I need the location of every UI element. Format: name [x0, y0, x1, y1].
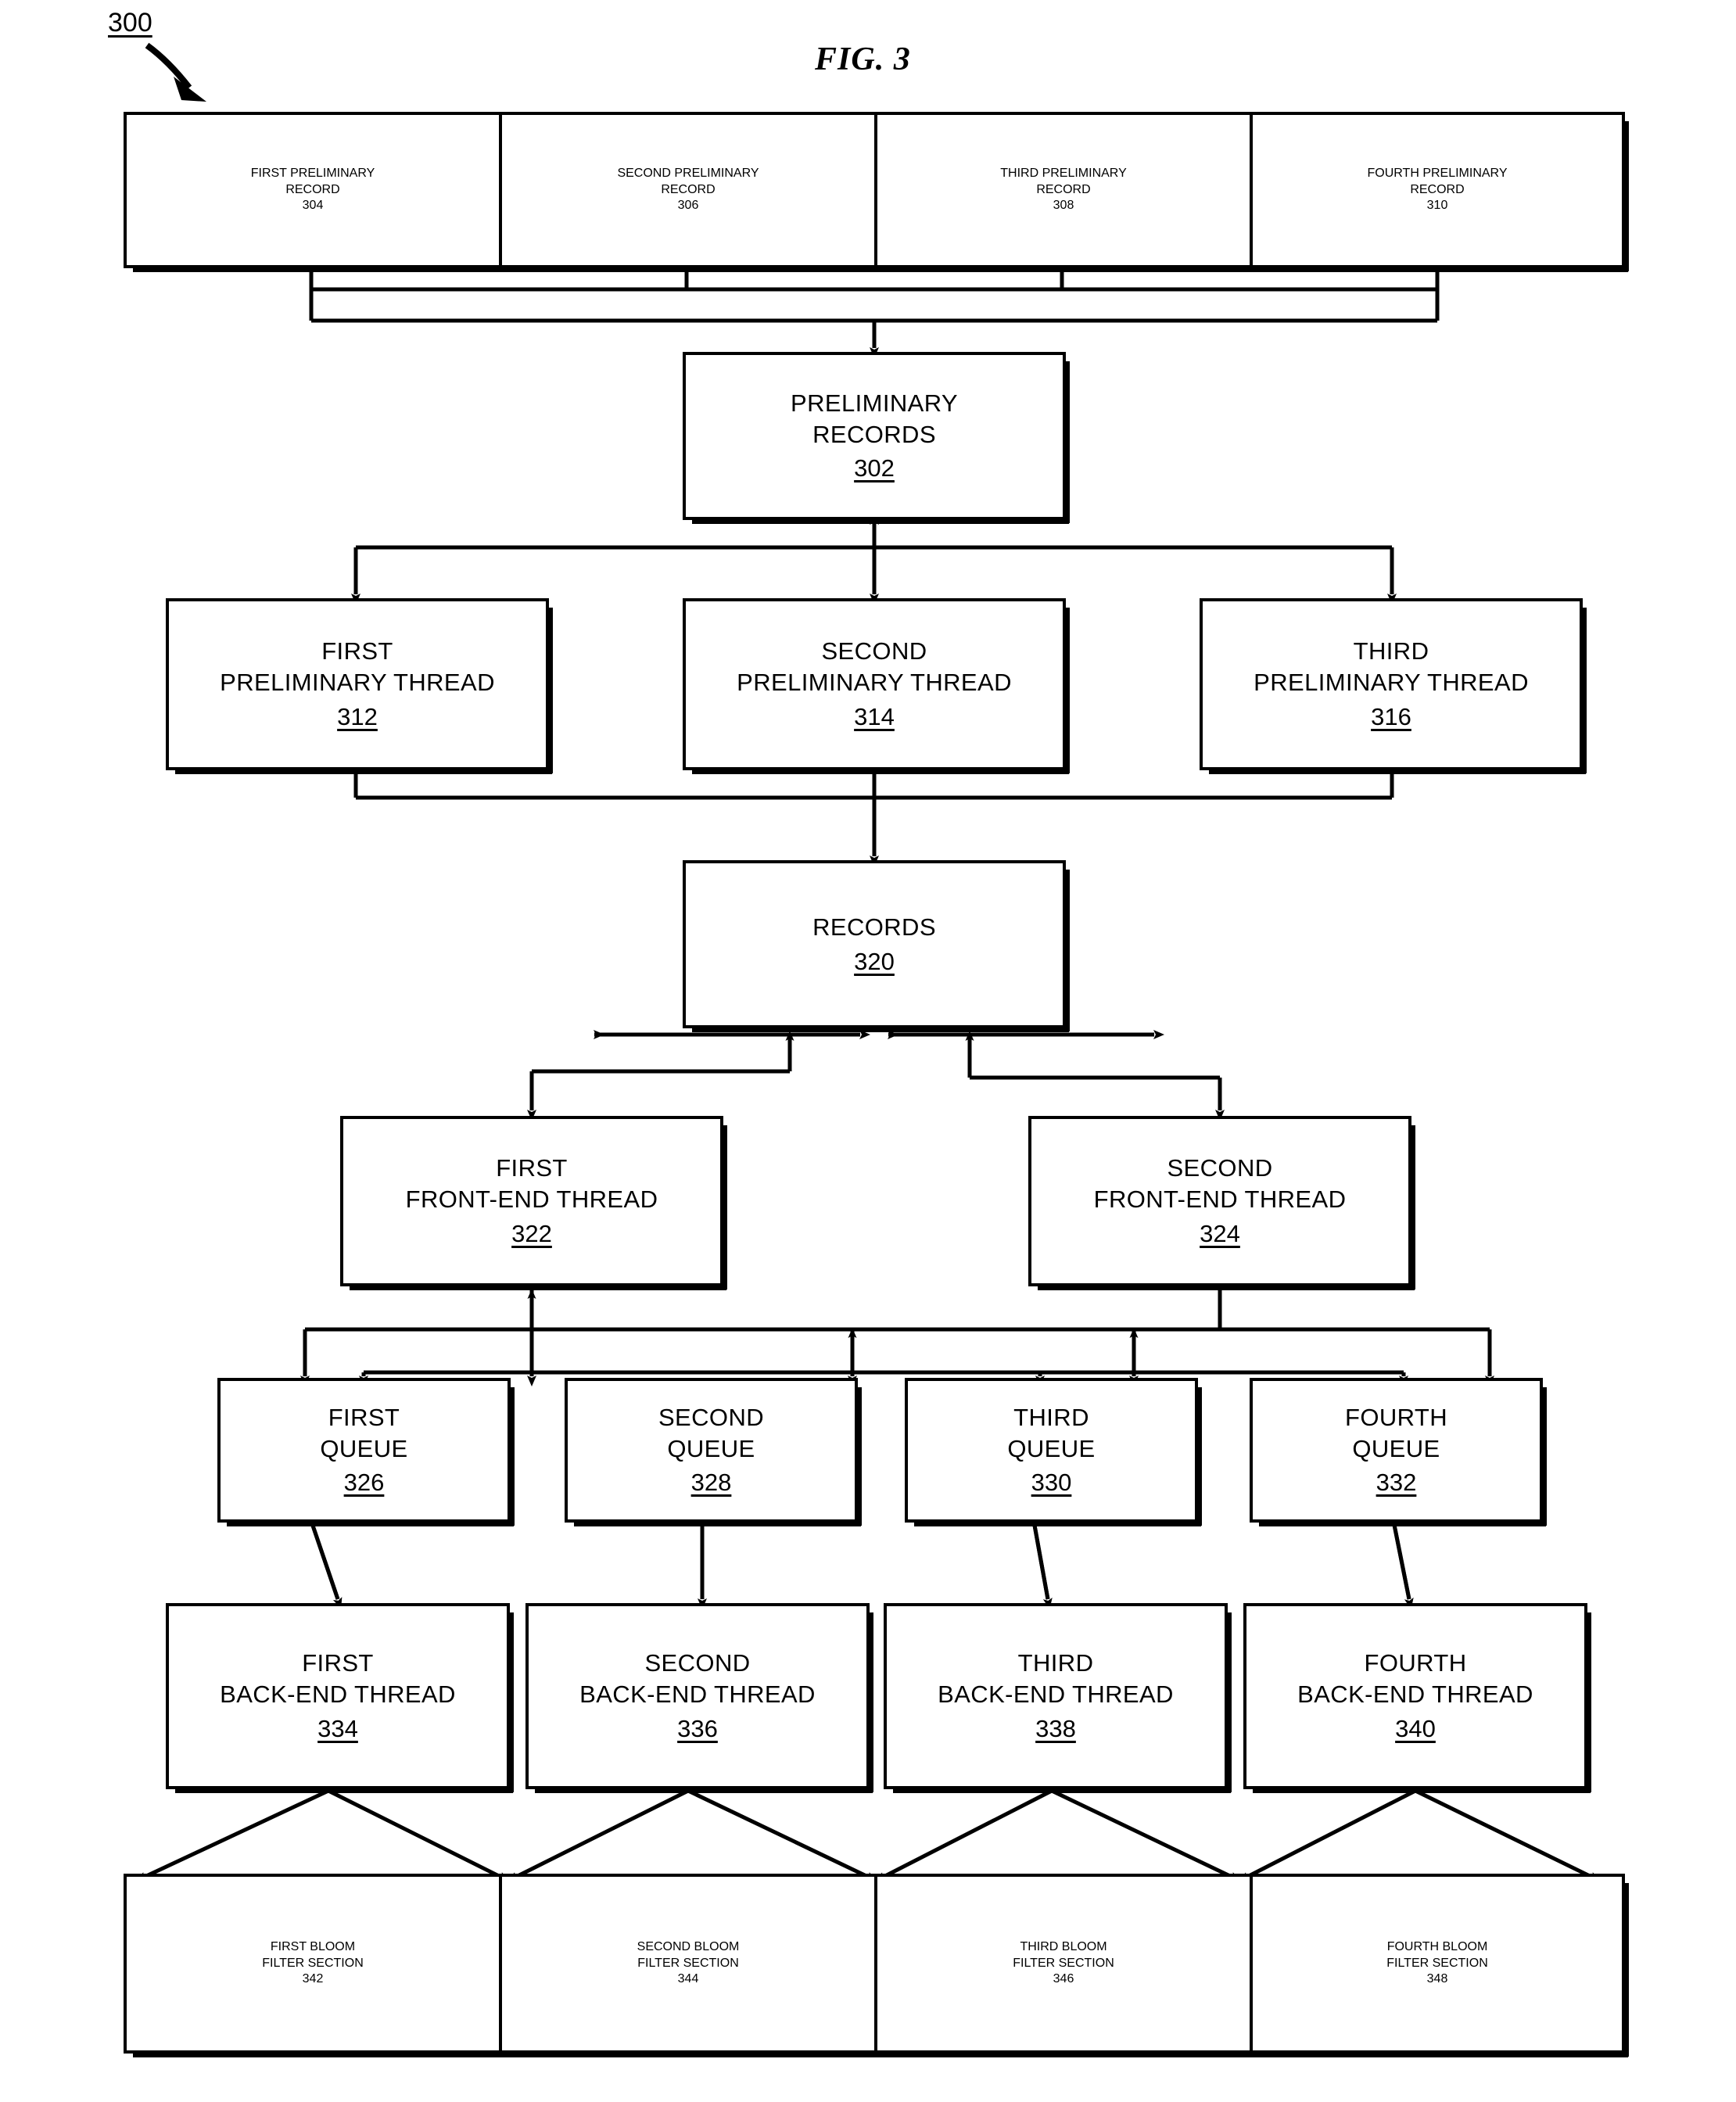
node-reference-number: 316 [1371, 702, 1411, 730]
node-label-line1: SECOND [658, 1403, 765, 1431]
node-label-line2: PRELIMINARY THREAD [737, 669, 1012, 697]
node-label-line2: RECORD [1410, 182, 1465, 196]
records-node[interactable]: RECORDS 320 [683, 860, 1070, 1032]
second-queue-node[interactable]: SECOND QUEUE 328 [565, 1378, 862, 1526]
node-label-line1: SECOND BLOOM [637, 1939, 740, 1953]
node-label-line2: QUEUE [1352, 1434, 1440, 1462]
node-reference-number: 328 [690, 1469, 732, 1497]
node-reference-number: 320 [854, 947, 895, 975]
node-reference-number: 326 [343, 1469, 385, 1497]
node-label-line1: THIRD [1013, 1403, 1089, 1431]
third-preliminary-thread-node[interactable]: THIRD PRELIMINARY THREAD 316 [1200, 598, 1587, 774]
node-label-line1: FOURTH [1364, 1649, 1467, 1677]
figure-reference-arrow-icon [145, 42, 206, 102]
node-label-line1: SECOND [644, 1649, 751, 1677]
node-label-line1: FOURTH PRELIMINARY [1367, 166, 1508, 180]
node-label-line1: FOURTH BLOOM [1386, 1939, 1488, 1953]
node-reference-number: 336 [677, 1714, 718, 1742]
node-label-line1: THIRD [1017, 1649, 1094, 1677]
preliminary-record-4[interactable]: FOURTH PRELIMINARY RECORD 310 [1253, 115, 1622, 265]
fourth-bloom-filter-section[interactable]: FOURTH BLOOM FILTER SECTION 348 [1253, 1877, 1622, 2050]
node-reference-number: 314 [854, 702, 895, 730]
node-label-line1: FIRST [321, 637, 393, 665]
node-reference-number: 306 [677, 199, 699, 213]
node-label-line2: RECORD [661, 182, 716, 196]
node-reference-number: 348 [1426, 1972, 1448, 1986]
first-bloom-filter-section[interactable]: FIRST BLOOM FILTER SECTION 342 [127, 1877, 499, 2050]
preliminary-records-node[interactable]: PRELIMINARY RECORDS 302 [683, 352, 1070, 524]
node-label-line1: SECOND PRELIMINARY [617, 166, 759, 180]
node-label-line1: RECORDS [812, 913, 936, 941]
preliminary-record-1[interactable]: FIRST PRELIMINARY RECORD 304 [127, 115, 499, 265]
node-label-line1: FOURTH [1345, 1403, 1447, 1431]
node-label-line2: QUEUE [1007, 1434, 1096, 1462]
node-label-line2: FRONT-END THREAD [1093, 1186, 1347, 1214]
node-label-line2: BACK-END THREAD [938, 1681, 1174, 1709]
third-bloom-filter-section[interactable]: THIRD BLOOM FILTER SECTION 346 [877, 1877, 1250, 2050]
node-reference-number: 304 [302, 199, 324, 213]
third-queue-node[interactable]: THIRD QUEUE 330 [905, 1378, 1202, 1526]
fourth-queue-node[interactable]: FOURTH QUEUE 332 [1250, 1378, 1547, 1526]
figure-reference-number: 300 [108, 8, 152, 38]
bloom-filter-sections-row: FIRST BLOOM FILTER SECTION 342 SECOND BL… [124, 1874, 1629, 2057]
first-queue-node[interactable]: FIRST QUEUE 326 [217, 1378, 515, 1526]
preliminary-record-3[interactable]: THIRD PRELIMINARY RECORD 308 [877, 115, 1250, 265]
node-reference-number: 344 [677, 1972, 699, 1986]
node-label-line1: FIRST BLOOM [270, 1939, 356, 1953]
node-label-line1: FIRST [328, 1403, 400, 1431]
node-label-line2: QUEUE [667, 1434, 755, 1462]
node-label-line2: PRELIMINARY THREAD [220, 669, 495, 697]
second-bloom-filter-section[interactable]: SECOND BLOOM FILTER SECTION 344 [502, 1877, 874, 2050]
patent-figure-page: 300 FIG. 3 FIRST PRELIMINARY RECORD 304 … [0, 0, 1736, 2102]
node-label-line1: SECOND [821, 637, 927, 665]
node-reference-number: 324 [1200, 1219, 1240, 1247]
node-label-line1: FIRST PRELIMINARY [250, 166, 375, 180]
node-reference-number: 342 [302, 1972, 324, 1986]
first-preliminary-thread-node[interactable]: FIRST PRELIMINARY THREAD 312 [166, 598, 553, 774]
node-reference-number: 338 [1035, 1714, 1076, 1742]
node-label-line2: FILTER SECTION [262, 1956, 364, 1970]
node-label-line2: PRELIMINARY THREAD [1254, 669, 1529, 697]
node-label-line1: FIRST [496, 1154, 568, 1182]
node-label-line2: BACK-END THREAD [579, 1681, 816, 1709]
node-reference-number: 310 [1426, 199, 1448, 213]
node-label-line1: FIRST [302, 1649, 374, 1677]
node-label-line1: PRELIMINARY [791, 389, 958, 417]
node-label-line2: RECORDS [812, 420, 936, 448]
node-label-line2: BACK-END THREAD [220, 1681, 456, 1709]
first-front-end-thread-node[interactable]: FIRST FRONT-END THREAD 322 [340, 1116, 727, 1290]
figure-title: FIG. 3 [815, 41, 911, 77]
node-label-line1: THIRD BLOOM [1020, 1939, 1107, 1953]
node-label-line1: SECOND [1167, 1154, 1273, 1182]
third-back-end-thread-node[interactable]: THIRD BACK-END THREAD 338 [884, 1603, 1232, 1793]
second-back-end-thread-node[interactable]: SECOND BACK-END THREAD 336 [525, 1603, 873, 1793]
node-label-line2: QUEUE [320, 1434, 408, 1462]
node-reference-number: 308 [1053, 199, 1074, 213]
node-reference-number: 340 [1395, 1714, 1436, 1742]
node-label-line2: FRONT-END THREAD [405, 1186, 658, 1214]
second-preliminary-thread-node[interactable]: SECOND PRELIMINARY THREAD 314 [683, 598, 1070, 774]
node-reference-number: 346 [1053, 1972, 1074, 1986]
node-reference-number: 312 [337, 702, 378, 730]
fourth-back-end-thread-node[interactable]: FOURTH BACK-END THREAD 340 [1243, 1603, 1591, 1793]
node-reference-number: 322 [511, 1219, 552, 1247]
node-label-line2: FILTER SECTION [637, 1956, 739, 1970]
node-label-line2: FILTER SECTION [1013, 1956, 1114, 1970]
node-label-line2: RECORD [1036, 182, 1091, 196]
second-front-end-thread-node[interactable]: SECOND FRONT-END THREAD 324 [1028, 1116, 1415, 1290]
node-reference-number: 334 [317, 1714, 358, 1742]
node-label-line2: RECORD [285, 182, 340, 196]
preliminary-records-row: FIRST PRELIMINARY RECORD 304 SECOND PREL… [124, 112, 1629, 272]
node-reference-number: 332 [1376, 1469, 1417, 1497]
node-label-line1: THIRD PRELIMINARY [1000, 166, 1127, 180]
node-reference-number: 302 [854, 454, 895, 482]
node-label-line2: FILTER SECTION [1386, 1956, 1488, 1970]
node-label-line1: THIRD [1353, 637, 1429, 665]
preliminary-record-2[interactable]: SECOND PRELIMINARY RECORD 306 [502, 115, 874, 265]
node-label-line2: BACK-END THREAD [1297, 1681, 1533, 1709]
first-back-end-thread-node[interactable]: FIRST BACK-END THREAD 334 [166, 1603, 514, 1793]
node-reference-number: 330 [1031, 1469, 1072, 1497]
